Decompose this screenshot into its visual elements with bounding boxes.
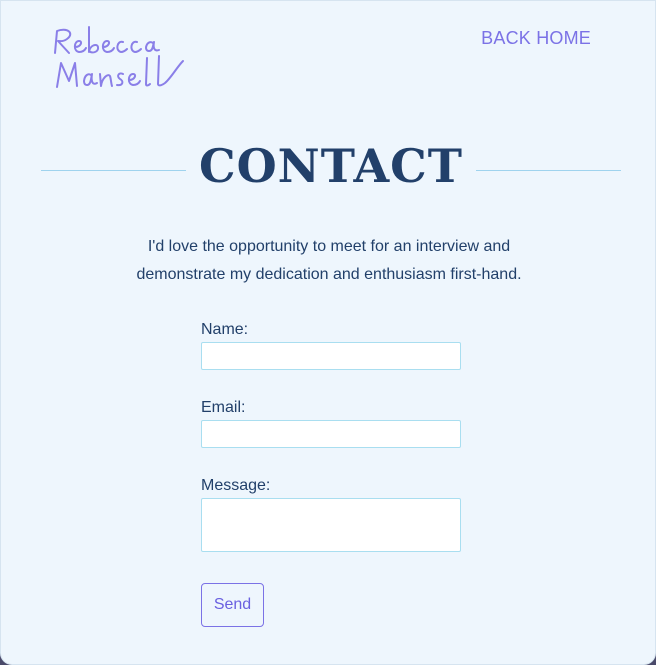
title-row: CONTACT xyxy=(41,139,621,199)
page-title: CONTACT xyxy=(199,139,463,193)
send-button[interactable]: Send xyxy=(201,583,264,627)
name-field[interactable] xyxy=(201,342,461,370)
email-field[interactable] xyxy=(201,420,461,448)
message-label: Message: xyxy=(201,477,271,494)
rebecca-mansell-logo[interactable] xyxy=(49,23,189,95)
intro-text: I'd love the opportunity to meet for an … xyxy=(91,233,567,289)
title-divider-right xyxy=(476,170,621,171)
contact-page: BACK HOME CONTACT I'd love the opportuni… xyxy=(0,0,656,665)
name-label: Name: xyxy=(201,321,249,338)
email-label: Email: xyxy=(201,399,246,416)
intro-line-1: I'd love the opportunity to meet for an … xyxy=(147,238,511,255)
message-textarea[interactable] xyxy=(201,498,461,552)
back-home-link[interactable]: BACK HOME xyxy=(481,28,591,49)
intro-line-2: demonstrate my dedication and enthusiasm… xyxy=(136,266,522,283)
